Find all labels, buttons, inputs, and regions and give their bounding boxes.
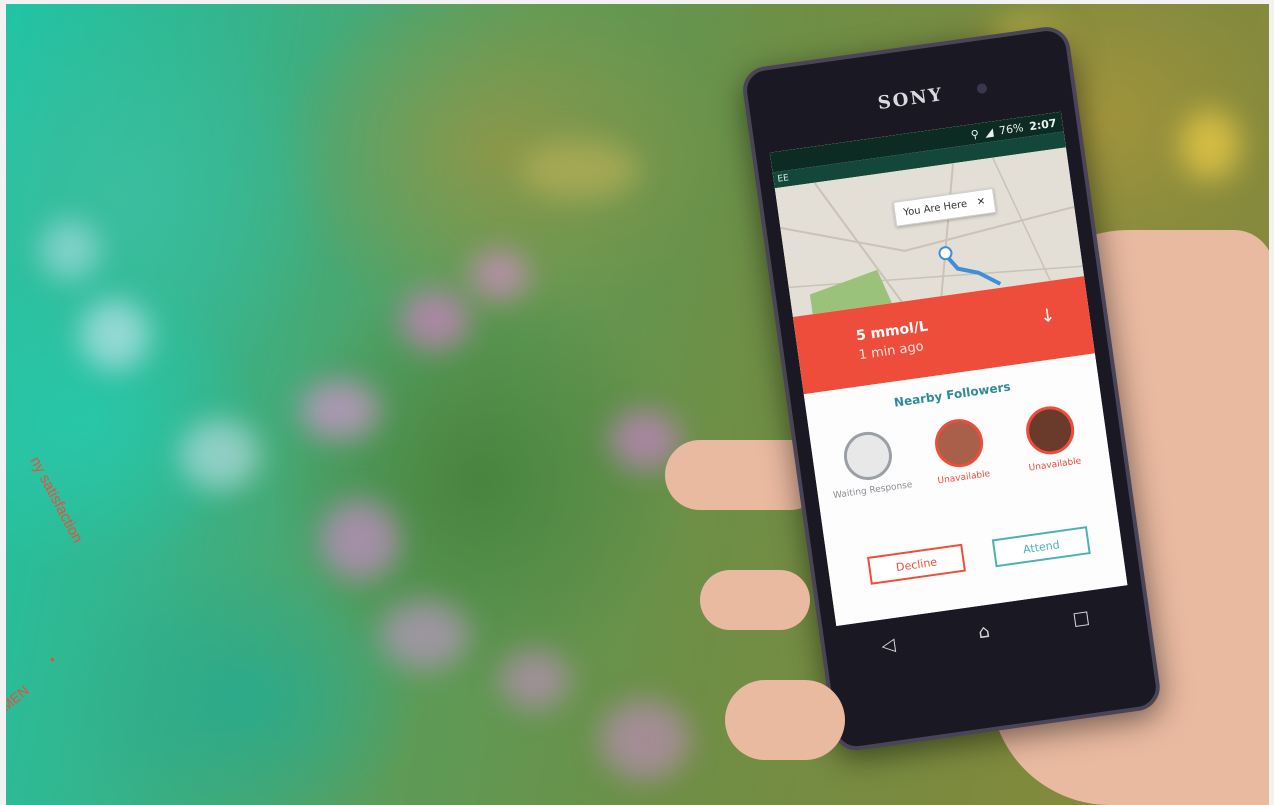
home-icon[interactable]: ⌂ xyxy=(977,620,991,642)
avatar xyxy=(840,428,896,484)
bokeh xyxy=(1180,110,1240,180)
stamp-text-top: ny satisfaction xyxy=(26,454,86,546)
bokeh xyxy=(470,250,530,300)
bokeh xyxy=(40,220,100,280)
current-location-marker xyxy=(938,246,953,261)
follower-3[interactable]: Unavailable xyxy=(1004,401,1098,476)
bokeh xyxy=(520,140,640,200)
avatar xyxy=(931,416,987,471)
bokeh xyxy=(320,500,400,580)
location-icon: ⚲ xyxy=(969,126,980,141)
recent-apps-icon[interactable]: □ xyxy=(1071,606,1091,629)
arrow-down-icon: ↓ xyxy=(1038,304,1057,328)
route-line xyxy=(944,253,1002,286)
finger xyxy=(700,570,810,630)
clock: 2:07 xyxy=(1028,116,1058,133)
follower-status: Waiting Response xyxy=(832,480,914,502)
close-icon[interactable]: ✕ xyxy=(976,196,986,208)
image-border xyxy=(1269,0,1274,805)
follower-2[interactable]: Unavailable xyxy=(913,413,1007,488)
bokeh xyxy=(80,300,150,370)
bokeh xyxy=(400,290,470,350)
signal-icon: ◢ xyxy=(983,124,995,139)
bokeh xyxy=(300,380,380,440)
bokeh xyxy=(380,600,470,670)
back-icon[interactable]: ◁ xyxy=(880,634,897,657)
avatar xyxy=(1023,403,1078,458)
circular-stamp: ny satisfaction • MEN xyxy=(0,454,86,714)
bokeh xyxy=(500,650,570,710)
image-border xyxy=(0,0,6,805)
follower-status: Unavailable xyxy=(937,469,991,487)
follower-status: Unavailable xyxy=(1028,456,1082,474)
callout-label: You Are Here xyxy=(902,198,968,219)
image-border xyxy=(0,0,1274,4)
bokeh xyxy=(180,420,260,490)
decline-button[interactable]: Decline xyxy=(867,543,966,585)
follower-1[interactable]: Waiting Response xyxy=(822,426,916,501)
bokeh xyxy=(600,700,690,780)
battery-level: 76% xyxy=(998,120,1025,137)
attend-button[interactable]: Attend xyxy=(991,526,1091,568)
finger xyxy=(725,680,845,760)
stamp-dot: • xyxy=(50,651,55,667)
photo: ny satisfaction • MEN SONY ⚲ ◢ 76% 2:07 … xyxy=(0,0,1274,805)
nearby-followers-panel: Nearby Followers Waiting Response Unavai… xyxy=(803,353,1128,627)
carrier-label: EE xyxy=(776,173,790,185)
